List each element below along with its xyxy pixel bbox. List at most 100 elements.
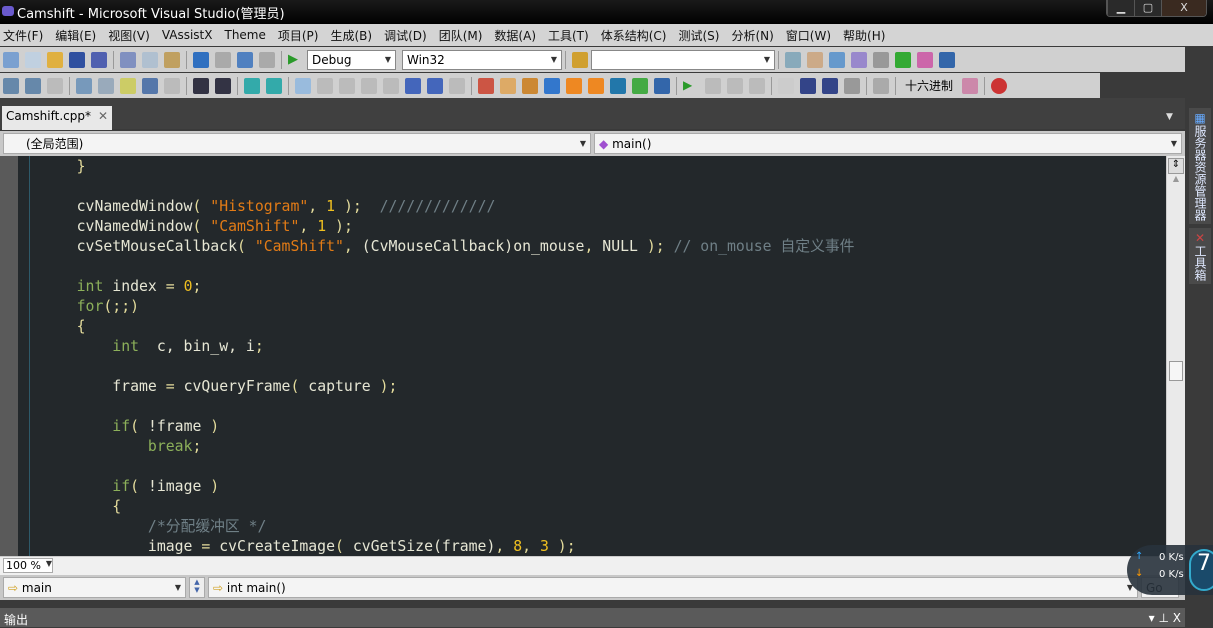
breakpoint-add-icon[interactable] bbox=[962, 77, 979, 94]
zoom-select[interactable]: 100 % ▼ bbox=[3, 558, 53, 573]
go-forward-icon[interactable] bbox=[588, 77, 604, 94]
find-symbol-icon[interactable] bbox=[522, 77, 538, 94]
keyboard-icon[interactable] bbox=[47, 77, 63, 94]
close-button[interactable]: X bbox=[1161, 0, 1206, 16]
redo-icon[interactable] bbox=[215, 51, 231, 68]
properties-icon[interactable] bbox=[807, 51, 823, 68]
menu-item[interactable]: 项目(P) bbox=[278, 27, 325, 44]
menu-item[interactable]: 测试(S) bbox=[678, 27, 725, 44]
start-page-icon[interactable] bbox=[895, 51, 911, 68]
increase-indent-icon[interactable] bbox=[215, 77, 231, 94]
breakpoints-window-icon[interactable] bbox=[991, 77, 1008, 94]
next-document-bookmark-icon[interactable] bbox=[427, 77, 443, 94]
save-all-icon[interactable] bbox=[91, 51, 107, 68]
tab-list-chevron-icon[interactable]: ▼ bbox=[1166, 112, 1173, 122]
comment-icon[interactable] bbox=[244, 77, 260, 94]
hex-button[interactable]: 十六进制 bbox=[905, 77, 953, 94]
open-file-in-solution-icon[interactable] bbox=[500, 77, 516, 94]
copy-icon[interactable] bbox=[142, 51, 158, 68]
parameter-info-icon[interactable] bbox=[98, 77, 114, 94]
restart-icon[interactable] bbox=[749, 77, 765, 94]
step-into-icon[interactable] bbox=[800, 77, 816, 94]
paste-icon-alt[interactable] bbox=[610, 77, 626, 94]
start-debugging-icon[interactable]: ▶ bbox=[288, 52, 304, 68]
server-explorer-tab[interactable]: ▦服务器资源管理器 bbox=[1189, 108, 1211, 224]
menu-item[interactable]: 帮助(H) bbox=[843, 27, 891, 44]
member-select[interactable]: ◆ main() ▼ bbox=[594, 133, 1182, 154]
tools-icon[interactable] bbox=[873, 51, 889, 68]
bookmark-icon[interactable] bbox=[3, 77, 19, 94]
scope-select[interactable]: (全局范围) ▼ bbox=[3, 133, 591, 154]
find-in-files-icon[interactable] bbox=[572, 51, 588, 68]
decrease-indent-icon[interactable] bbox=[193, 77, 209, 94]
tab-camshift-cpp[interactable]: Camshift.cpp* ✕ bbox=[2, 106, 112, 130]
spin-buttons[interactable]: ▲ ▼ bbox=[189, 577, 205, 598]
menu-item[interactable]: Theme bbox=[224, 28, 271, 42]
menu-item[interactable]: 视图(V) bbox=[108, 27, 156, 44]
object-browser-icon[interactable] bbox=[829, 51, 845, 68]
menu-item[interactable]: 数据(A) bbox=[494, 27, 542, 44]
list-members-icon[interactable] bbox=[76, 77, 92, 94]
toolbox-tab[interactable]: ✕工具箱 bbox=[1189, 228, 1211, 284]
go-back-icon[interactable] bbox=[566, 77, 582, 94]
show-next-statement-icon[interactable] bbox=[778, 77, 794, 94]
clear-bookmarks-icon[interactable] bbox=[449, 77, 465, 94]
scrollbar-thumb[interactable] bbox=[1169, 361, 1183, 381]
configuration-select[interactable]: Debug ▼ bbox=[307, 49, 396, 70]
menu-item[interactable]: 生成(B) bbox=[330, 27, 378, 44]
find-references-icon[interactable] bbox=[544, 77, 560, 94]
open-file-icon[interactable] bbox=[47, 51, 63, 68]
vertical-scrollbar[interactable]: ⇕ ▲ bbox=[1166, 156, 1185, 556]
scroll-up-icon[interactable]: ▲ bbox=[1167, 174, 1185, 183]
output-panel-header[interactable]: 输出 ▾ ⊥ X bbox=[0, 608, 1185, 627]
step-out-icon[interactable] bbox=[844, 77, 860, 94]
continue-icon[interactable]: ▶ bbox=[683, 78, 699, 94]
maximize-button[interactable]: ▢ bbox=[1134, 0, 1161, 16]
class-view-icon[interactable] bbox=[851, 51, 867, 68]
quickwatch-icon[interactable] bbox=[873, 77, 889, 94]
menu-item[interactable]: 工具(T) bbox=[548, 27, 595, 44]
solution-explorer-icon[interactable] bbox=[785, 51, 801, 68]
save-icon[interactable] bbox=[69, 51, 85, 68]
menu-item[interactable]: 团队(M) bbox=[439, 27, 489, 44]
next-bookmark-icon[interactable] bbox=[339, 77, 355, 94]
menu-item[interactable]: 窗口(W) bbox=[786, 27, 837, 44]
stop-icon[interactable] bbox=[727, 77, 743, 94]
context-select[interactable]: ⇨ main ▼ bbox=[3, 577, 186, 598]
menu-item[interactable]: 编辑(E) bbox=[55, 27, 102, 44]
navigate-backward-icon[interactable] bbox=[237, 51, 253, 68]
outdent-icon[interactable] bbox=[164, 77, 180, 94]
definition-select[interactable]: ⇨ int main() ▼ bbox=[208, 577, 1138, 598]
undo-icon[interactable] bbox=[193, 51, 209, 68]
add-item-icon[interactable] bbox=[25, 51, 41, 68]
platform-select[interactable]: Win32 ▼ bbox=[402, 49, 562, 70]
team-explorer-icon[interactable] bbox=[917, 51, 933, 68]
minimize-button[interactable]: ▁ bbox=[1107, 0, 1134, 16]
command-window-icon[interactable] bbox=[939, 51, 955, 68]
pause-icon[interactable] bbox=[705, 77, 721, 94]
previous-folder-bookmark-icon[interactable] bbox=[361, 77, 377, 94]
navigate-forward-icon[interactable] bbox=[259, 51, 275, 68]
split-handle-icon[interactable]: ⇕ bbox=[1168, 158, 1184, 174]
step-over-icon[interactable] bbox=[822, 77, 838, 94]
previous-bookmark-icon[interactable] bbox=[317, 77, 333, 94]
menu-item[interactable]: 调试(D) bbox=[384, 27, 433, 44]
new-project-icon[interactable] bbox=[3, 51, 19, 68]
paste-icon[interactable] bbox=[164, 51, 180, 68]
panel-controls[interactable]: ▾ ⊥ X bbox=[1149, 611, 1181, 625]
close-icon[interactable]: ✕ bbox=[98, 109, 108, 127]
code-editor[interactable]: } cvNamedWindow( "Histogram", 1 ); /////… bbox=[0, 156, 1166, 556]
refactor-icon[interactable] bbox=[654, 77, 670, 94]
menu-item[interactable]: 分析(N) bbox=[731, 27, 779, 44]
menu-item[interactable]: 文件(F) bbox=[3, 27, 49, 44]
find-combo[interactable]: ▼ bbox=[591, 49, 775, 70]
menu-item[interactable]: 体系结构(C) bbox=[601, 27, 673, 44]
bookmark-next-icon[interactable] bbox=[25, 77, 41, 94]
toggle-bookmark-icon[interactable] bbox=[295, 77, 311, 94]
uncomment-icon[interactable] bbox=[266, 77, 282, 94]
spell-check-icon[interactable] bbox=[632, 77, 648, 94]
vassistx-icon[interactable] bbox=[478, 77, 494, 94]
next-folder-bookmark-icon[interactable] bbox=[383, 77, 399, 94]
complete-word-icon[interactable] bbox=[142, 77, 158, 94]
quick-info-icon[interactable] bbox=[120, 77, 136, 94]
